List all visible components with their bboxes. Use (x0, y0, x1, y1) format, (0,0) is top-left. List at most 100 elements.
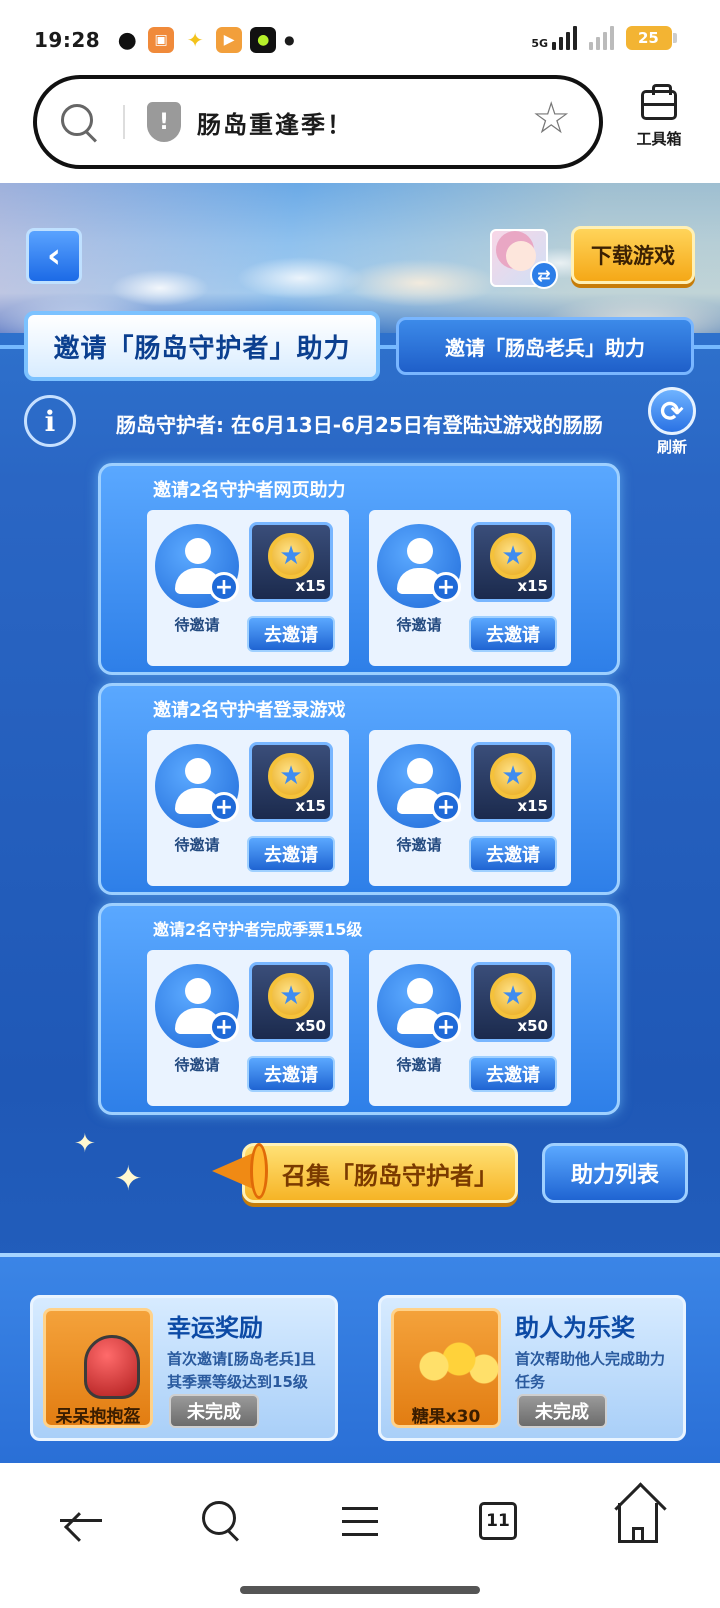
home-indicator[interactable] (240, 1586, 480, 1594)
reward-status-button[interactable]: 未完成 (169, 1394, 259, 1428)
reward-title: 幸运奖励 (167, 1314, 263, 1342)
reward-desc: 首次帮助他人完成助力任务 (515, 1350, 666, 1391)
star-coin-icon: ★ (268, 973, 314, 1019)
clock: 19:28 (34, 28, 101, 52)
nav-back-icon[interactable] (52, 1491, 112, 1551)
page-title[interactable]: 肠岛重逢季！ (197, 105, 353, 140)
game-page: ‹ ⇄ 下载游戏 邀请「肠岛守护者」助力 邀请「肠岛老兵」助力 i 肠岛守护者:… (0, 183, 720, 1463)
tab-invite-veteran[interactable]: 邀请「肠岛老兵」助力 (396, 317, 694, 375)
add-friend-icon[interactable]: + (209, 572, 239, 602)
megaphone-icon (204, 1131, 280, 1207)
reward-tile: ★ x15 (471, 742, 555, 822)
toolbox-button[interactable]: 工具箱 (628, 84, 690, 149)
invite-button[interactable]: 去邀请 (469, 616, 557, 652)
candy-icon (414, 1341, 504, 1391)
invite-slot: + 待邀请 ★ x15 去邀请 (369, 730, 571, 886)
task-title: 邀请2名守护者网页助力 (153, 480, 346, 501)
info-icon[interactable]: i (24, 395, 76, 447)
add-friend-icon[interactable]: + (209, 792, 239, 822)
app-video-icon: ▶ (216, 27, 243, 53)
wechat-icon: ● (117, 27, 137, 53)
slot-status: 待邀请 (174, 616, 220, 634)
reward-tile: ★ x50 (249, 962, 333, 1042)
more-dot-icon: ● (284, 33, 295, 47)
task-card-login-game: 邀请2名守护者登录游戏 + 待邀请 ★ x15 去邀请 + 待邀请 ★ x15 去邀… (98, 683, 620, 895)
reward-item-label: 呆呆抱抱盔 (55, 1407, 141, 1427)
star-coin-icon: ★ (268, 533, 314, 579)
divider (123, 105, 125, 139)
invite-slot: + 待邀请 ★ x15 去邀请 (147, 730, 349, 886)
slot-status: 待邀请 (396, 836, 442, 854)
reward-desc: 首次邀请[肠岛老兵]且其季票等级达到15级 (167, 1350, 316, 1391)
search-icon[interactable] (59, 102, 99, 142)
tab-invite-guardian[interactable]: 邀请「肠岛守护者」助力 (24, 311, 380, 381)
invite-tabs: 邀请「肠岛守护者」助力 邀请「肠岛老兵」助力 (0, 311, 720, 383)
reward-qty: x15 (517, 577, 548, 595)
reward-card-lucky: 呆呆抱抱盔 幸运奖励 首次邀请[肠岛老兵]且其季票等级达到15级 未完成 (30, 1295, 338, 1441)
add-friend-icon[interactable]: + (431, 792, 461, 822)
signal-sim2-icon (589, 26, 614, 50)
nav-menu-icon[interactable] (330, 1491, 390, 1551)
star-coin-icon: ★ (268, 753, 314, 799)
reward-title: 助人为乐奖 (515, 1314, 635, 1342)
invite-slot: + 待邀请 ★ x50 去邀请 (369, 950, 571, 1106)
reward-qty: x15 (517, 797, 548, 815)
invite-button[interactable]: 去邀请 (247, 1056, 335, 1092)
invite-button[interactable]: 去邀请 (469, 1056, 557, 1092)
slot-status: 待邀请 (396, 1056, 442, 1074)
reward-tile: ★ x15 (249, 742, 333, 822)
invite-button[interactable]: 去邀请 (247, 836, 335, 872)
slot-status: 待邀请 (174, 836, 220, 854)
task-card-web-assist: 邀请2名守护者网页助力 + 待邀请 ★ x15 去邀请 + 待邀请 ★ x15 去邀… (98, 463, 620, 675)
invite-slot: + 待邀请 ★ x50 去邀请 (147, 950, 349, 1106)
app-green-icon: ● (250, 27, 277, 53)
add-friend-icon[interactable]: + (209, 1012, 239, 1042)
refresh-label[interactable]: 刷新 (648, 436, 696, 457)
tabs-count: 11 (479, 1502, 517, 1540)
reward-tile: ★ x50 (471, 962, 555, 1042)
sparkle-icon: ✦ (114, 1159, 143, 1199)
task-title: 邀请2名守护者完成季票15级 (153, 920, 363, 939)
star-coin-icon: ★ (490, 973, 536, 1019)
guardian-definition: 肠岛守护者: 在6月13日-6月25日有登陆过游戏的肠肠 (116, 413, 603, 437)
switch-account-icon[interactable]: ⇄ (530, 261, 558, 289)
task-title: 邀请2名守护者登录游戏 (153, 700, 346, 721)
security-shield-icon[interactable]: ! (147, 102, 181, 142)
invite-button[interactable]: 去邀请 (469, 836, 557, 872)
nav-home-icon[interactable] (608, 1491, 668, 1551)
nav-tabs-button[interactable]: 11 (468, 1491, 528, 1551)
toolbox-icon (641, 84, 677, 120)
address-bar[interactable]: ! 肠岛重逢季！ ☆ (33, 75, 603, 169)
nav-search-icon[interactable] (192, 1491, 252, 1551)
reward-tile: ★ x15 (249, 522, 333, 602)
gather-guardians-button[interactable]: 召集「肠岛守护者」 (242, 1143, 518, 1203)
bookmark-star-icon[interactable]: ☆ (532, 97, 571, 141)
refresh-icon[interactable]: ⟳ (648, 387, 696, 435)
reward-qty: x15 (295, 577, 326, 595)
slot-status: 待邀请 (396, 616, 442, 634)
invite-slot: + 待邀请 ★ x15 去邀请 (369, 510, 571, 666)
notification-icons: ● ▣ ✦ ▶ ● ● (114, 27, 295, 53)
reward-qty: x50 (517, 1017, 548, 1035)
chevron-left-icon: ‹ (46, 236, 61, 276)
signal-5g-icon: 5G (531, 26, 577, 50)
invite-button[interactable]: 去邀请 (247, 616, 335, 652)
reward-card-helper: 糖果x30 助人为乐奖 首次帮助他人完成助力任务 未完成 (378, 1295, 686, 1441)
back-button[interactable]: ‹ (26, 228, 82, 284)
reward-item-label: 糖果x30 (411, 1407, 481, 1427)
battery-icon: 25 (626, 26, 677, 50)
task-card-season-pass: 邀请2名守护者完成季票15级 + 待邀请 ★ x50 去邀请 + 待邀请 ★ x50… (98, 903, 620, 1115)
reward-qty: x50 (295, 1017, 326, 1035)
helmet-icon (84, 1335, 140, 1399)
aid-list-button[interactable]: 助力列表 (542, 1143, 688, 1203)
download-game-button[interactable]: 下载游戏 (571, 226, 695, 284)
star-coin-icon: ★ (490, 753, 536, 799)
add-friend-icon[interactable]: + (431, 1012, 461, 1042)
reward-tile: ★ x15 (471, 522, 555, 602)
status-bar: 19:28 ● ▣ ✦ ▶ ● ● 5G 25 (0, 0, 720, 80)
invite-slot: + 待邀请 ★ x15 去邀请 (147, 510, 349, 666)
add-friend-icon[interactable]: + (431, 572, 461, 602)
star-coin-icon: ★ (490, 533, 536, 579)
reward-status-button[interactable]: 未完成 (517, 1394, 607, 1428)
toolbox-label: 工具箱 (636, 130, 682, 148)
